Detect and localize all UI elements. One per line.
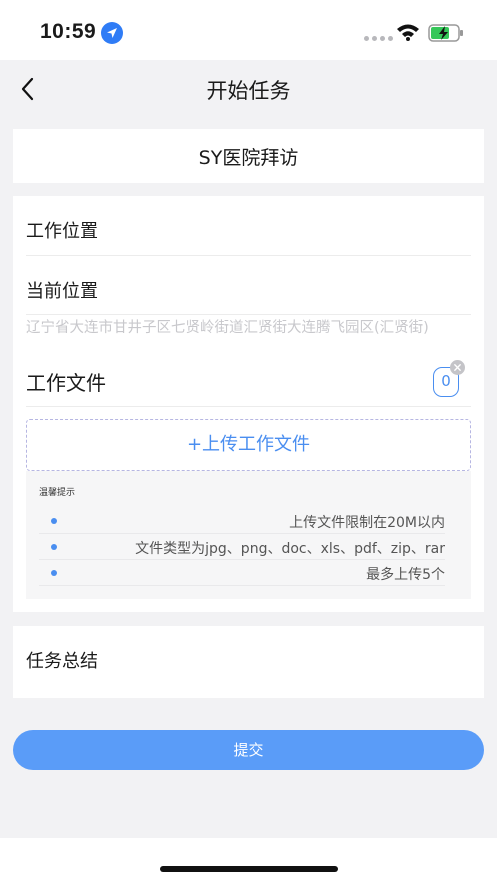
status-bar: 10:59 (0, 0, 497, 60)
home-indicator[interactable] (160, 866, 338, 872)
tip-text: 上传文件限制在20M以内 (289, 515, 445, 531)
tips-title: 温馨提示 (39, 488, 76, 498)
bullet-dot-icon (51, 544, 57, 550)
task-summary-label: 任务总结 (26, 651, 98, 672)
current-address: 辽宁省大连市甘井子区七贤岭街道汇贤街大连腾飞园区(汇贤街) (26, 320, 429, 336)
tip-item: 最多上传5个 (39, 560, 445, 586)
task-summary-field[interactable]: 任务总结 (13, 626, 484, 698)
status-time: 10:59 (40, 20, 97, 43)
tip-item: 上传文件限制在20M以内 (39, 508, 445, 534)
tip-item: 文件类型为jpg、png、doc、xls、pdf、zip、rar (39, 534, 445, 560)
bullet-dot-icon (51, 570, 57, 576)
divider (26, 314, 471, 315)
nav-bar: 开始任务 (0, 60, 497, 116)
cellular-signal-icon (364, 36, 393, 41)
work-files-label: 工作文件 (26, 371, 106, 395)
task-name: SY医院拜访 (198, 147, 299, 169)
task-form-card: 工作位置 当前位置 辽宁省大连市甘井子区七贤岭街道汇贤街大连腾飞园区(汇贤街) … (13, 196, 484, 612)
home-area (0, 838, 497, 883)
tips-panel: 温馨提示 上传文件限制在20M以内 文件类型为jpg、png、doc、xls、p… (26, 471, 471, 599)
page-title: 开始任务 (206, 79, 291, 103)
upload-work-file-button[interactable]: +上传工作文件 (26, 419, 471, 471)
submit-button[interactable]: 提交 (13, 730, 484, 770)
battery-charging-icon (428, 24, 463, 42)
bullet-dot-icon (51, 518, 57, 524)
tip-text: 文件类型为jpg、png、doc、xls、pdf、zip、rar (135, 541, 445, 557)
current-location-label: 当前位置 (26, 281, 98, 302)
clear-icon[interactable] (450, 360, 465, 375)
divider (26, 255, 471, 256)
wifi-icon (397, 24, 419, 41)
work-location-field[interactable]: 工作位置 (26, 217, 98, 243)
location-arrow-icon (101, 22, 123, 44)
divider (26, 406, 471, 407)
task-title-card: SY医院拜访 (13, 129, 484, 183)
tip-text: 最多上传5个 (366, 567, 445, 583)
